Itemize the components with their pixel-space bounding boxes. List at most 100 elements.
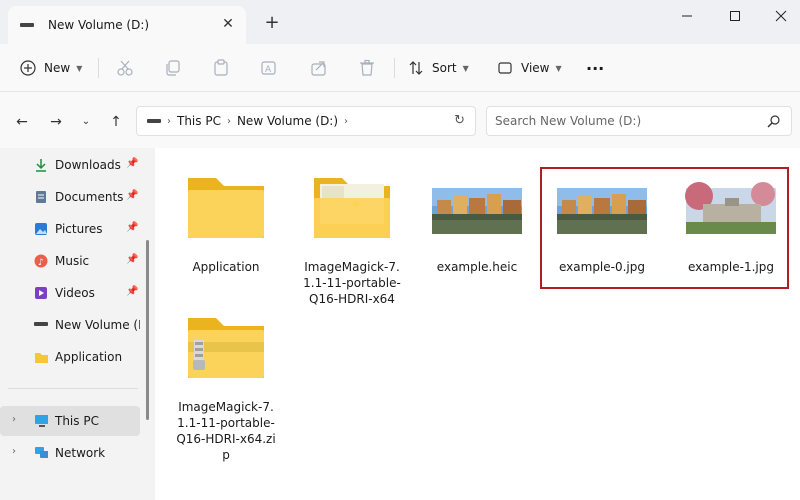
navigation-pane: Downloads 📌 Documents 📌 Pictures 📌 ♪ Mus…: [0, 148, 155, 500]
minimize-button[interactable]: [664, 0, 710, 32]
file-item-example-heic[interactable]: example.heic: [427, 174, 527, 275]
sidebar-item-network[interactable]: › Network: [0, 438, 140, 468]
paste-icon: [214, 59, 228, 76]
file-item-application[interactable]: Application: [176, 174, 276, 275]
search-input[interactable]: Search New Volume (D:): [486, 106, 792, 136]
sidebar-item-music[interactable]: ♪ Music 📌: [0, 246, 140, 276]
sidebar-item-label: Documents: [55, 190, 124, 204]
title-bar: New Volume (D:) ✕ +: [0, 0, 800, 44]
pin-icon: 📌: [126, 190, 139, 201]
sidebar-item-this-pc[interactable]: › This PC: [0, 406, 140, 436]
chevron-right-icon[interactable]: ›: [12, 446, 16, 457]
sidebar-item-pictures[interactable]: Pictures 📌: [0, 214, 140, 244]
paste-button[interactable]: [212, 54, 230, 82]
tab-new-volume[interactable]: New Volume (D:) ✕: [8, 6, 246, 44]
drive-icon: [20, 23, 34, 27]
share-button[interactable]: [310, 54, 328, 82]
sidebar-item-application[interactable]: Application: [0, 342, 140, 372]
sidebar-item-new-volume[interactable]: New Volume (D:: [0, 310, 140, 340]
chevron-right-icon: ›: [344, 115, 349, 127]
sidebar-scrollbar[interactable]: [146, 240, 149, 420]
sidebar-item-documents[interactable]: Documents 📌: [0, 182, 140, 212]
chevron-down-icon: ▼: [555, 63, 562, 73]
pin-icon: 📌: [126, 254, 139, 265]
refresh-icon[interactable]: ↻: [454, 113, 465, 128]
documents-icon: [36, 191, 46, 203]
computer-icon: [35, 415, 48, 427]
cut-button[interactable]: [116, 54, 134, 82]
divider: [394, 58, 395, 78]
search-placeholder: Search New Volume (D:): [495, 114, 642, 128]
close-tab-icon[interactable]: ✕: [220, 16, 236, 32]
back-button[interactable]: ←: [12, 112, 32, 132]
chevron-right-icon: ›: [167, 115, 171, 127]
close-icon: [775, 10, 787, 22]
chevron-right-icon[interactable]: ›: [12, 414, 16, 425]
sidebar-item-label: Pictures: [55, 222, 103, 236]
new-label: New: [44, 61, 71, 75]
pin-icon: 📌: [126, 158, 139, 169]
pin-icon: 📌: [126, 286, 139, 297]
divider: [98, 58, 99, 78]
view-icon: [498, 62, 512, 74]
command-bar: New ▼ A Sort ▼ View ▼ ···: [0, 44, 800, 92]
search-icon: [767, 115, 780, 128]
tab-title: New Volume (D:): [48, 18, 150, 32]
view-label: View: [521, 61, 550, 75]
share-icon: [311, 61, 326, 76]
sidebar-item-label: Network: [55, 446, 106, 460]
maximize-button[interactable]: [712, 0, 758, 32]
folder-icon: [188, 178, 264, 238]
network-icon: [35, 447, 48, 458]
cut-icon: [117, 60, 133, 76]
address-bar[interactable]: › This PC › New Volume (D:) › ↻: [136, 106, 476, 136]
up-button[interactable]: ↑: [106, 112, 126, 132]
more-options-button[interactable]: ···: [586, 54, 604, 82]
file-name: ImageMagick-7.1.1-11-portable-Q16-HDRI-x…: [176, 400, 276, 462]
plus-circle-icon: [20, 60, 36, 76]
rename-button[interactable]: A: [260, 54, 278, 82]
pictures-icon: [35, 223, 47, 235]
pin-icon: 📌: [126, 222, 139, 233]
new-button[interactable]: New ▼: [20, 54, 82, 82]
address-row: ← → ⌄ ↑ › This PC › New Volume (D:) › ↻ …: [0, 92, 800, 148]
sidebar-item-label: Videos: [55, 286, 95, 300]
sort-label: Sort: [432, 61, 457, 75]
file-name: example.heic: [436, 260, 518, 274]
download-icon: [36, 159, 46, 172]
copy-button[interactable]: [164, 54, 182, 82]
file-name: Application: [192, 260, 260, 274]
forward-button[interactable]: →: [46, 112, 66, 132]
file-view: Application ImageMagick-7.1.1-11-portabl…: [155, 148, 800, 500]
sidebar-item-label: This PC: [55, 414, 99, 428]
minimize-icon: [682, 15, 692, 17]
trash-icon: [360, 59, 374, 76]
file-item-imagemagick-folder[interactable]: ImageMagick-7.1.1-11-portable-Q16-HDRI-x…: [302, 174, 402, 307]
sidebar-item-label: Downloads: [55, 158, 121, 172]
chevron-down-icon: ▼: [462, 63, 469, 73]
drive-icon: [34, 322, 48, 326]
chevron-right-icon: ›: [226, 115, 231, 127]
new-tab-button[interactable]: +: [262, 13, 282, 33]
recent-locations-button[interactable]: ⌄: [76, 112, 96, 132]
divider: [8, 388, 138, 389]
maximize-icon: [730, 11, 740, 21]
copy-icon: [166, 60, 180, 76]
sidebar-item-downloads[interactable]: Downloads 📌: [0, 150, 140, 180]
sort-icon: [409, 61, 423, 75]
sidebar-item-label: Music: [55, 254, 90, 268]
drive-icon: [147, 119, 161, 123]
breadcrumb-this-pc[interactable]: This PC: [177, 114, 221, 128]
file-name: ImageMagick-7.1.1-11-portable-Q16-HDRI-x…: [303, 260, 401, 306]
svg-text:A: A: [265, 65, 272, 75]
breadcrumb-new-volume[interactable]: New Volume (D:): [237, 114, 338, 128]
rename-icon: A: [261, 61, 276, 75]
image-thumbnail: [432, 188, 522, 234]
file-item-imagemagick-zip[interactable]: ImageMagick-7.1.1-11-portable-Q16-HDRI-x…: [176, 314, 276, 463]
sidebar-item-videos[interactable]: Videos 📌: [0, 278, 140, 308]
chevron-down-icon: ▼: [76, 63, 83, 73]
close-window-button[interactable]: [758, 0, 800, 32]
delete-button[interactable]: [358, 54, 376, 82]
sort-button[interactable]: Sort ▼: [408, 54, 469, 82]
view-button[interactable]: View ▼: [497, 54, 562, 82]
